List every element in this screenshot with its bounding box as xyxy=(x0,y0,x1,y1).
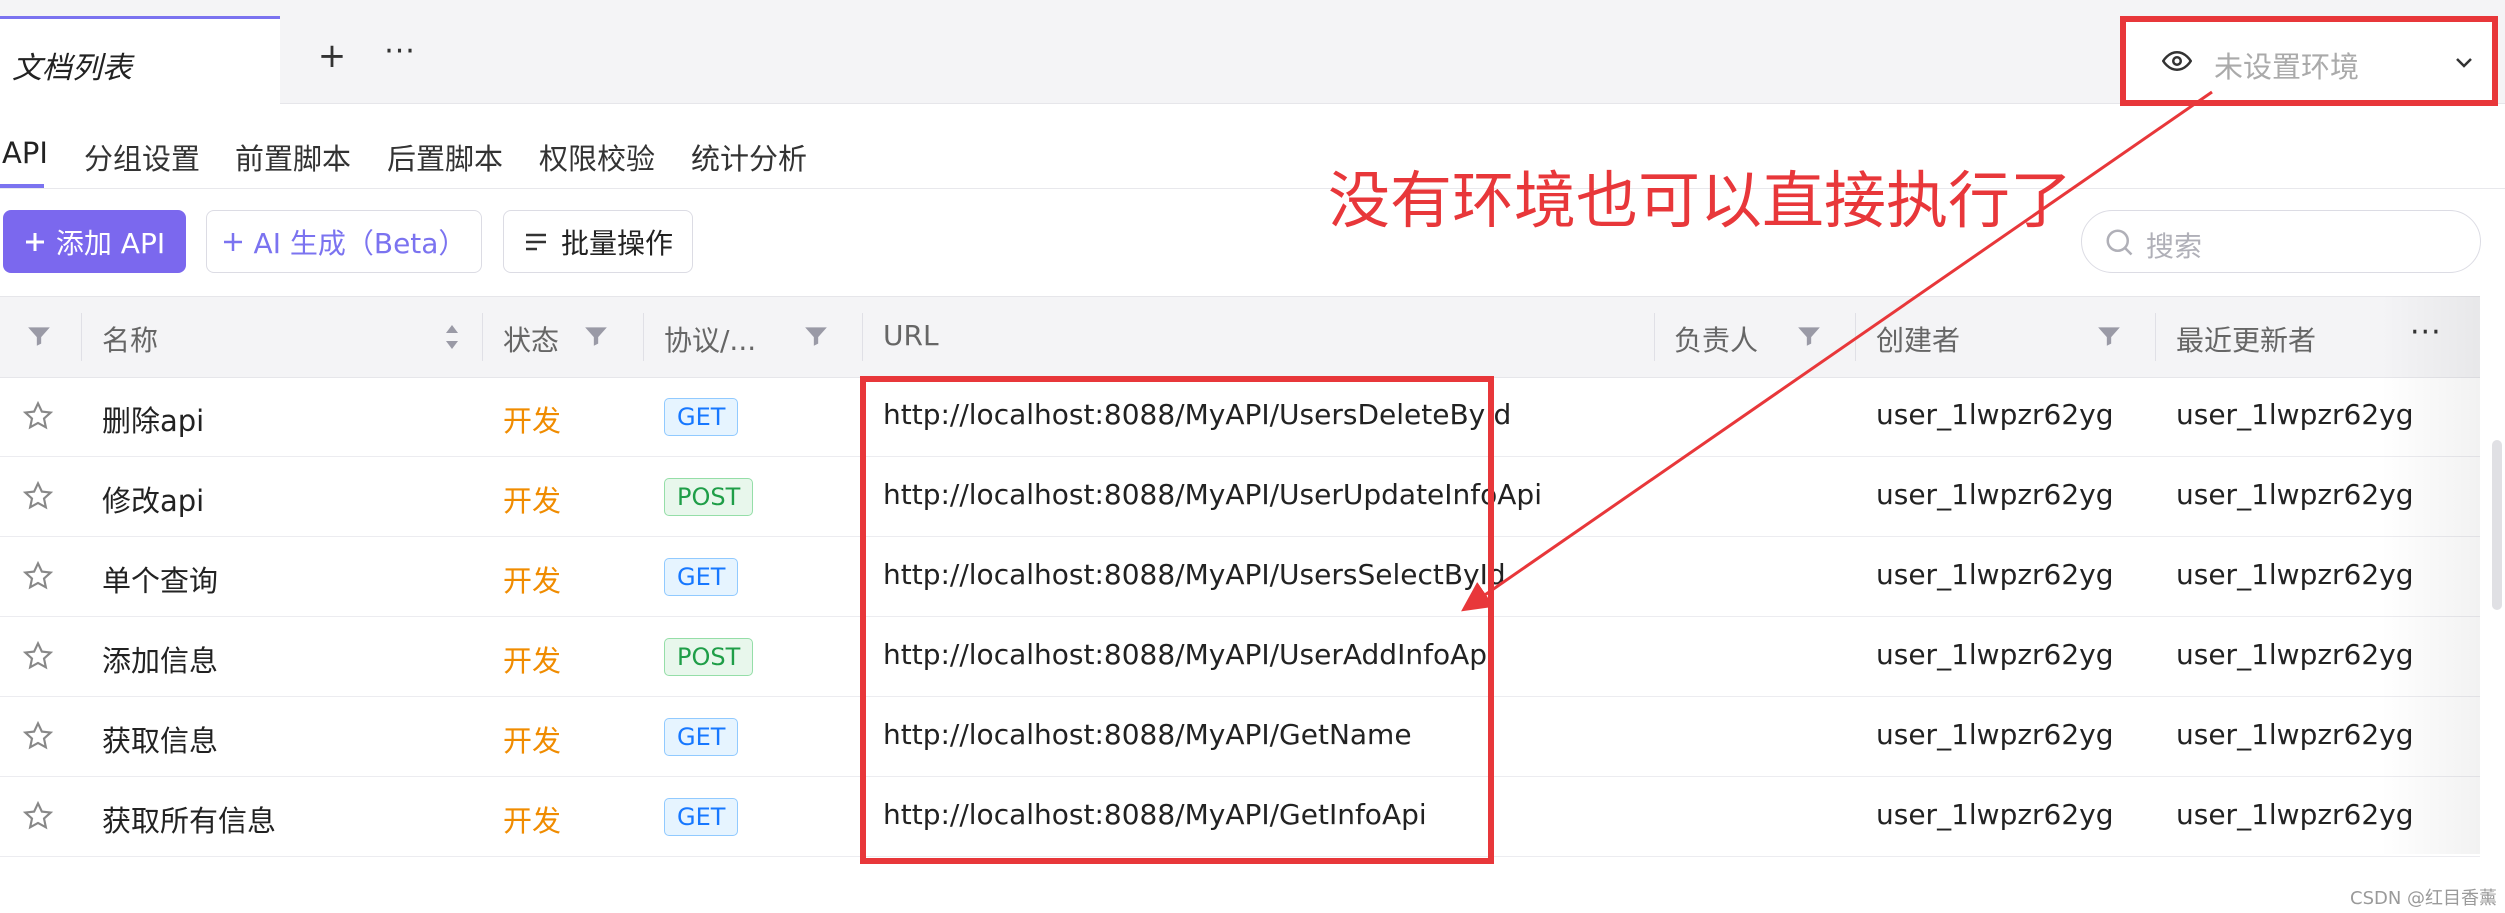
annotation-text: 没有环境也可以直接执行了 xyxy=(1328,164,2073,237)
annotation-arrow xyxy=(1461,90,2213,612)
watermark: CSDN @红目香薰 xyxy=(2350,888,2498,909)
